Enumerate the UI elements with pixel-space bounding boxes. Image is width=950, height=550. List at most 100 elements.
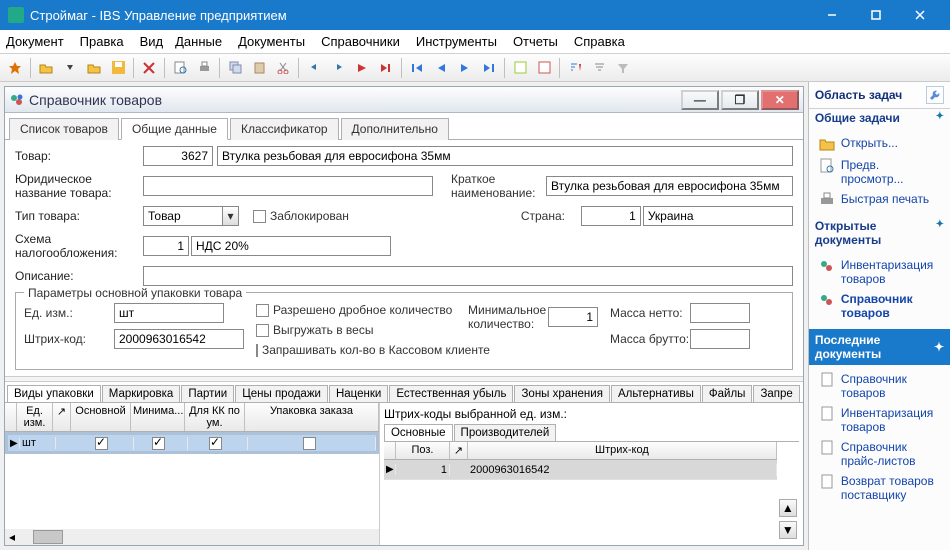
menu-help[interactable]: Справка bbox=[574, 34, 625, 49]
cell-chk-main[interactable] bbox=[95, 437, 108, 450]
nav-first-icon[interactable] bbox=[406, 57, 428, 79]
checkbox-frac[interactable] bbox=[256, 304, 269, 317]
col-main[interactable]: Основной bbox=[71, 403, 131, 431]
menu-reports[interactable]: Отчеты bbox=[513, 34, 558, 49]
collapse-icon[interactable]: ✦ bbox=[936, 219, 944, 247]
task-preview[interactable]: Предв. просмотр... bbox=[811, 155, 948, 189]
checkbox-askqty[interactable] bbox=[256, 344, 258, 357]
hscroll-left[interactable]: ◂ bbox=[5, 529, 379, 545]
tab-general[interactable]: Общие данные bbox=[121, 118, 228, 140]
input-country-name[interactable] bbox=[643, 206, 793, 226]
maximize-button[interactable] bbox=[854, 0, 898, 30]
subtab-overflow[interactable]: Запре bbox=[753, 385, 799, 403]
subtab-prices[interactable]: Цены продажи bbox=[235, 385, 328, 403]
tab-list[interactable]: Список товаров bbox=[9, 118, 119, 140]
minimize-button[interactable] bbox=[810, 0, 854, 30]
cell-chk-order[interactable] bbox=[303, 437, 316, 450]
mdi-close-button[interactable]: ✕ bbox=[761, 90, 799, 110]
play-red-icon[interactable] bbox=[351, 57, 373, 79]
input-tax-code[interactable] bbox=[143, 236, 189, 256]
dropdown-type[interactable]: ▾ bbox=[143, 206, 239, 226]
close-button[interactable] bbox=[898, 0, 942, 30]
input-legal-name[interactable] bbox=[143, 176, 433, 196]
dropdown-icon[interactable] bbox=[59, 57, 81, 79]
menu-tools[interactable]: Инструменты bbox=[416, 34, 497, 49]
col-min[interactable]: Минима... bbox=[131, 403, 185, 431]
subtab-bc-mfr[interactable]: Производителей bbox=[454, 424, 557, 442]
subtab-parties[interactable]: Партии bbox=[181, 385, 234, 403]
menu-view[interactable]: Вид bbox=[140, 34, 164, 49]
undo-icon[interactable] bbox=[303, 57, 325, 79]
mdi-minimize-button[interactable]: — bbox=[681, 90, 719, 110]
col-order[interactable]: Упаковка заказа bbox=[245, 403, 379, 431]
input-barcode[interactable] bbox=[114, 329, 244, 349]
cell-chk-min[interactable] bbox=[152, 437, 165, 450]
input-unit[interactable] bbox=[114, 303, 224, 323]
delete-icon[interactable] bbox=[138, 57, 160, 79]
funnel-icon[interactable] bbox=[612, 57, 634, 79]
subtab-loss[interactable]: Естественная убыль bbox=[389, 385, 513, 403]
subtab-margins[interactable]: Наценки bbox=[329, 385, 388, 403]
nav-prev-icon[interactable] bbox=[430, 57, 452, 79]
col-kk[interactable]: Для КК по ум. bbox=[185, 403, 245, 431]
copy-icon[interactable] bbox=[224, 57, 246, 79]
recent-products[interactable]: Справочник товаров bbox=[811, 369, 948, 403]
input-country-code[interactable] bbox=[581, 206, 641, 226]
subtab-marking[interactable]: Маркировка bbox=[102, 385, 181, 403]
input-gross[interactable] bbox=[690, 329, 750, 349]
tab-additional[interactable]: Дополнительно bbox=[341, 118, 449, 140]
subtab-alternatives[interactable]: Альтернативы bbox=[611, 385, 701, 403]
mdi-restore-button[interactable]: ❐ bbox=[721, 90, 759, 110]
col-bc[interactable]: Штрих-код bbox=[468, 442, 777, 459]
subtab-files[interactable]: Файлы bbox=[702, 385, 753, 403]
save-icon[interactable] bbox=[107, 57, 129, 79]
print-icon[interactable] bbox=[193, 57, 215, 79]
collapse-icon[interactable]: ✦ bbox=[934, 340, 944, 354]
open-folder-icon[interactable] bbox=[35, 57, 57, 79]
checkbox-blocked[interactable] bbox=[253, 210, 266, 223]
folder2-icon[interactable] bbox=[83, 57, 105, 79]
col-unit[interactable]: Ед. изм. bbox=[17, 403, 53, 431]
paste-icon[interactable] bbox=[248, 57, 270, 79]
menu-document[interactable]: Документ bbox=[6, 34, 64, 49]
checkbox-scales[interactable] bbox=[256, 324, 269, 337]
menu-edit[interactable]: Правка bbox=[80, 34, 124, 49]
table-row[interactable]: ▶ шт bbox=[5, 432, 379, 454]
filter-icon[interactable] bbox=[588, 57, 610, 79]
table-row[interactable]: ▶ 1 2000963016542 bbox=[384, 460, 777, 480]
nav-last-icon[interactable] bbox=[478, 57, 500, 79]
input-tovar-name[interactable] bbox=[217, 146, 793, 166]
cell-chk-kk[interactable] bbox=[209, 437, 222, 450]
opendoc-products[interactable]: Справочник товаров bbox=[811, 289, 948, 323]
col-sort2[interactable]: ↗ bbox=[450, 442, 468, 459]
recent-inventory[interactable]: Инвентаризация товаров bbox=[811, 403, 948, 437]
move-up-button[interactable]: ▲ bbox=[779, 499, 797, 517]
input-tax-name[interactable] bbox=[191, 236, 391, 256]
sort-icon[interactable] bbox=[564, 57, 586, 79]
play-last-icon[interactable] bbox=[375, 57, 397, 79]
collapse-icon[interactable]: ✦ bbox=[936, 111, 944, 125]
new-icon[interactable] bbox=[4, 57, 26, 79]
tab-classifier[interactable]: Классификатор bbox=[230, 118, 339, 140]
menu-directories[interactable]: Справочники bbox=[321, 34, 400, 49]
subtab-packaging[interactable]: Виды упаковки bbox=[7, 385, 101, 403]
nav-next-icon[interactable] bbox=[454, 57, 476, 79]
subtab-bc-main[interactable]: Основные bbox=[384, 424, 453, 442]
input-desc[interactable] bbox=[143, 266, 793, 286]
menu-data[interactable]: Данные bbox=[175, 34, 222, 49]
recent-pricelists[interactable]: Справочник прайс-листов bbox=[811, 437, 948, 471]
chevron-down-icon[interactable]: ▾ bbox=[223, 206, 239, 226]
input-minqty[interactable] bbox=[548, 307, 598, 327]
recent-return[interactable]: Возврат товаров поставщику bbox=[811, 471, 948, 505]
task-open[interactable]: Открыть... bbox=[811, 133, 948, 155]
redo-icon[interactable] bbox=[327, 57, 349, 79]
col-sort[interactable]: ↗ bbox=[53, 403, 71, 431]
menu-documents[interactable]: Документы bbox=[238, 34, 305, 49]
subtab-zones[interactable]: Зоны хранения bbox=[514, 385, 609, 403]
opendoc-inventory[interactable]: Инвентаризация товаров bbox=[811, 255, 948, 289]
input-tovar-code[interactable] bbox=[143, 146, 213, 166]
preview-icon[interactable] bbox=[169, 57, 191, 79]
col-pos[interactable]: Поз. bbox=[396, 442, 450, 459]
refresh-green-icon[interactable] bbox=[509, 57, 531, 79]
input-short-name[interactable] bbox=[546, 176, 793, 196]
